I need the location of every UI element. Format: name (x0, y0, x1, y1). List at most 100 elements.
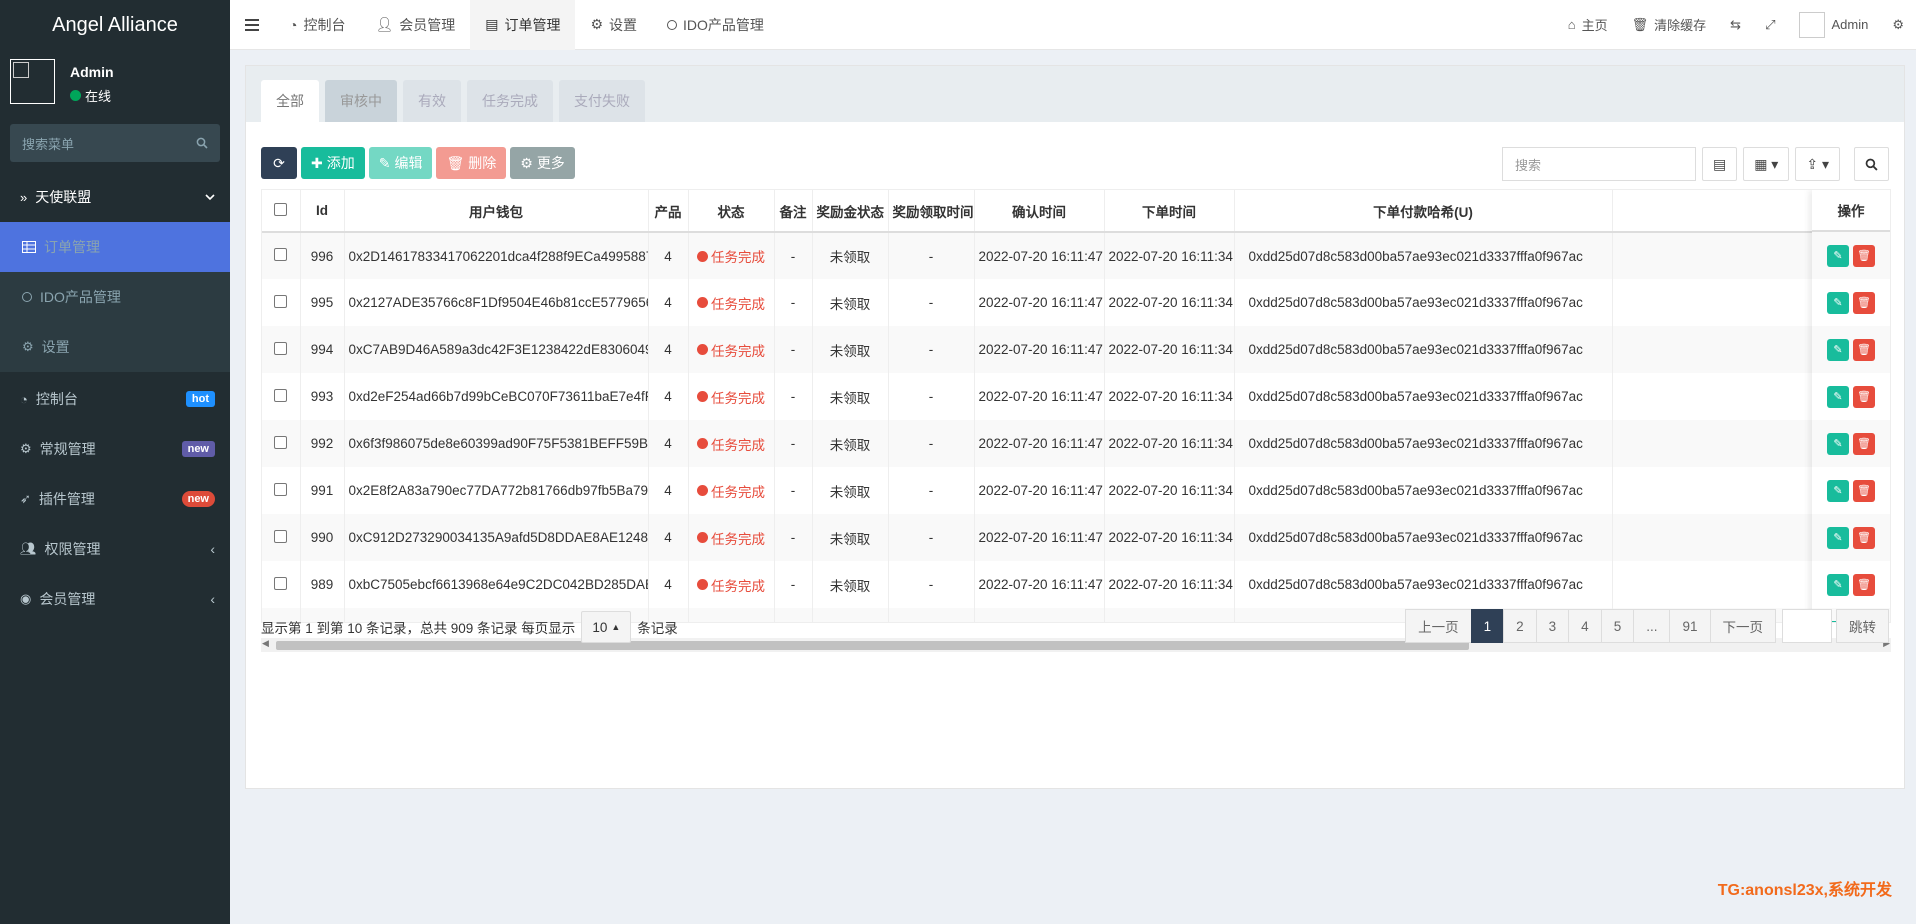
columns-button[interactable]: ▦ ▾ (1743, 147, 1790, 181)
sidebar-item-orders[interactable]: 订单管理 (0, 222, 230, 272)
tab-ido[interactable]: IDO产品管理 (652, 0, 779, 50)
trash-icon: 🗑︎ (1857, 438, 1871, 450)
row-delete-button[interactable]: 🗑︎ (1853, 244, 1875, 267)
sidebar-item-permissions[interactable]: 👥︎ 权限管理 ‹ (0, 524, 230, 574)
row-edit-button[interactable]: ✎ (1827, 573, 1849, 596)
tab-dashboard[interactable]: ◔ 控制台 (274, 0, 360, 50)
tab-all[interactable]: 全部 (261, 80, 319, 122)
sidebar-item-plugins[interactable]: ➶ 插件管理 new (0, 474, 230, 524)
page-button[interactable]: 5 (1600, 609, 1635, 643)
col-header-product[interactable]: 产品 (648, 190, 689, 233)
row-edit-button[interactable]: ✎ (1827, 244, 1849, 267)
row-checkbox[interactable] (262, 373, 301, 420)
tab-settings[interactable]: ⚙ 设置 (575, 0, 652, 50)
cell-reward-time: - (888, 232, 975, 279)
col-header-reward-time[interactable]: 奖励领取时间 (888, 190, 975, 233)
prev-page-button[interactable]: 上一页 (1405, 609, 1472, 643)
toggle-view-button[interactable]: ▤ (1701, 147, 1738, 181)
export-button[interactable]: ⇪ ▾ (1795, 147, 1840, 181)
menu-search-input[interactable]: 搜索菜单 (10, 124, 220, 162)
sidebar-item-ido[interactable]: IDO产品管理 (0, 272, 230, 322)
page-size-select[interactable]: 10 ▲ (581, 611, 632, 643)
cell-order-time: 2022-07-20 16:11:34 (1104, 561, 1235, 608)
table-row[interactable]: 996 0x2D14617833417062201dca4f288f9ECa499… (262, 232, 1890, 279)
table-row[interactable]: 994 0xC7AB9D46A589a3dc42F3E1238422dE83060… (262, 326, 1890, 373)
col-header-id[interactable]: Id (300, 190, 345, 233)
col-header-status[interactable]: 状态 (688, 190, 775, 233)
more-button[interactable]: ⚙ 更多 (510, 147, 575, 179)
row-checkbox[interactable] (262, 279, 301, 326)
row-edit-button[interactable]: ✎ (1827, 385, 1849, 408)
col-header-wallet[interactable]: 用户钱包 (344, 190, 649, 233)
home-link[interactable]: ⌂ 主页 (1556, 0, 1620, 50)
select-all-checkbox[interactable] (262, 190, 301, 233)
row-edit-button[interactable]: ✎ (1827, 291, 1849, 314)
tab-payment-failed[interactable]: 支付失败 (559, 80, 645, 122)
row-edit-button[interactable]: ✎ (1827, 526, 1849, 549)
page-button[interactable]: 3 (1535, 609, 1570, 643)
tab-members[interactable]: 👤︎ 会员管理 (360, 0, 470, 50)
app-logo[interactable]: Angel Alliance (0, 0, 230, 50)
cell-reward-time: - (888, 608, 975, 622)
page-jump-input[interactable] (1782, 609, 1832, 643)
page-jump-button[interactable]: 跳转 (1836, 609, 1889, 643)
page-button[interactable]: 91 (1669, 609, 1711, 643)
row-edit-button[interactable]: ✎ (1827, 432, 1849, 455)
table-row[interactable]: 991 0x2E8f2A83a790ec77DA772b81766db97fb5B… (262, 467, 1890, 514)
sidebar-item-members[interactable]: ◉ 会员管理 ‹ (0, 574, 230, 624)
sidebar-item-label: 设置 (41, 339, 70, 355)
sidebar-item-settings[interactable]: ⚙ 设置 (0, 322, 230, 372)
menu-toggle-button[interactable] (230, 0, 274, 50)
admin-menu[interactable]: Admin (1787, 0, 1880, 50)
row-checkbox[interactable] (262, 514, 301, 561)
row-delete-button[interactable]: 🗑︎ (1853, 573, 1875, 596)
sidebar-item-general[interactable]: ⚙ 常规管理 new (0, 424, 230, 474)
next-page-button[interactable]: 下一页 (1709, 609, 1776, 643)
row-checkbox[interactable] (262, 467, 301, 514)
table-icon: ▤ (485, 16, 499, 32)
row-delete-button[interactable]: 🗑︎ (1853, 432, 1875, 455)
col-header-remark[interactable]: 备注 (774, 190, 813, 233)
tab-valid[interactable]: 有效 (403, 80, 461, 122)
menu-group-tianshi[interactable]: » 天使联盟 (0, 172, 230, 222)
search-input[interactable]: 搜索 (1501, 147, 1696, 181)
delete-button[interactable]: 🗑︎ 删除 (436, 147, 507, 179)
row-actions: ✎ 🗑︎ (1812, 279, 1890, 326)
tab-task-complete[interactable]: 任务完成 (467, 80, 553, 122)
row-delete-button[interactable]: 🗑︎ (1853, 479, 1875, 502)
col-header-hash[interactable]: 下单付款哈希(U) (1234, 190, 1613, 233)
fullscreen-button[interactable]: ⤢ (1753, 0, 1787, 50)
col-header-confirm-time[interactable]: 确认时间 (974, 190, 1105, 233)
table-row[interactable]: 992 0x6f3f986075de8e60399ad90F75F5381BEFF… (262, 420, 1890, 467)
row-edit-button[interactable]: ✎ (1827, 338, 1849, 361)
col-header-order-time[interactable]: 下单时间 (1104, 190, 1235, 233)
row-checkbox[interactable] (262, 232, 301, 279)
row-delete-button[interactable]: 🗑︎ (1853, 385, 1875, 408)
table-row[interactable]: 993 0xd2eF254ad66b7d99bCeBC070F73611baE7e… (262, 373, 1890, 420)
row-delete-button[interactable]: 🗑︎ (1853, 338, 1875, 361)
row-delete-button[interactable]: 🗑︎ (1853, 291, 1875, 314)
advanced-search-button[interactable] (1854, 147, 1889, 181)
tab-orders[interactable]: ▤ 订单管理 (470, 0, 576, 50)
row-checkbox[interactable] (262, 420, 301, 467)
table-row[interactable]: 990 0xC912D273290034135A9afd5D8DDAE8AE124… (262, 514, 1890, 561)
col-header-reward-status[interactable]: 奖励金状态 (812, 190, 889, 233)
sidebar-item-dashboard[interactable]: ◔ 控制台 hot (0, 374, 230, 424)
row-checkbox[interactable] (262, 561, 301, 608)
row-checkbox[interactable] (262, 326, 301, 373)
control-sidebar-button[interactable]: ⚙ (1880, 0, 1916, 50)
row-delete-button[interactable]: 🗑︎ (1853, 526, 1875, 549)
clear-cache-button[interactable]: 🗑︎ 清除缓存 (1620, 0, 1719, 50)
page-button[interactable]: 4 (1568, 609, 1602, 643)
row-edit-button[interactable]: ✎ (1827, 479, 1849, 502)
tab-reviewing[interactable]: 审核中 (325, 80, 397, 122)
edit-button[interactable]: ✎ 编辑 (368, 147, 433, 179)
sidebar-item-label: IDO产品管理 (40, 289, 121, 305)
table-row[interactable]: 989 0xbC7505ebcf6613968e64e9C2DC042BD285D… (262, 561, 1890, 608)
page-button[interactable]: 2 (1503, 609, 1537, 643)
refresh-button[interactable]: ⟳ (261, 147, 297, 179)
add-button[interactable]: ✚ 添加 (301, 147, 365, 179)
table-row[interactable]: 995 0x2127ADE35766c8F1Df9504E46b81ccE5779… (262, 279, 1890, 326)
translate-button[interactable]: ⇆ (1718, 0, 1753, 50)
page-button[interactable]: 1 (1470, 609, 1505, 643)
